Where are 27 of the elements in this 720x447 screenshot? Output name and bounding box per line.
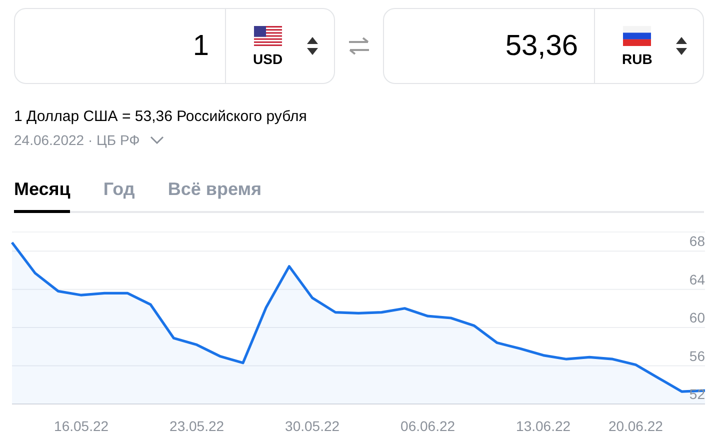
swap-icon[interactable] bbox=[347, 37, 371, 55]
y-axis-label: 68 bbox=[689, 233, 705, 250]
amount-value: 53,36 bbox=[504, 28, 579, 64]
flag-icon bbox=[623, 26, 652, 46]
amount-field[interactable]: 1 USD bbox=[14, 8, 335, 84]
x-axis-label: 16.05.22 bbox=[54, 418, 109, 434]
chevron-down-icon[interactable] bbox=[150, 136, 164, 144]
x-axis-label: 13.06.22 bbox=[516, 418, 571, 434]
x-axis-label: 06.06.22 bbox=[400, 418, 456, 434]
rate-source: 24.06.2022 · ЦБ РФ bbox=[14, 132, 140, 148]
currency-code: USD bbox=[253, 50, 283, 66]
currency-select[interactable]: RUB bbox=[594, 9, 703, 83]
currency-select[interactable]: USD bbox=[225, 9, 334, 83]
currency-code: RUB bbox=[622, 50, 652, 66]
sort-arrows-icon bbox=[307, 37, 318, 55]
y-axis-label: 64 bbox=[689, 271, 705, 288]
x-axis-label: 20.06.22 bbox=[608, 418, 663, 434]
flag-icon bbox=[254, 26, 282, 46]
x-axis-label: 30.05.22 bbox=[285, 418, 340, 434]
amount-field[interactable]: 53,36 RUB bbox=[383, 8, 704, 84]
amount-value: 1 bbox=[192, 28, 210, 64]
rate-text: 1 Доллар США = 53,36 Российского рубля bbox=[14, 108, 308, 125]
y-axis-label: 60 bbox=[689, 310, 705, 326]
sort-arrows-icon bbox=[676, 37, 687, 55]
x-axis-label: 23.05.22 bbox=[170, 418, 224, 434]
y-axis-label: 56 bbox=[689, 348, 705, 364]
period-tab[interactable]: Месяц bbox=[14, 171, 70, 213]
